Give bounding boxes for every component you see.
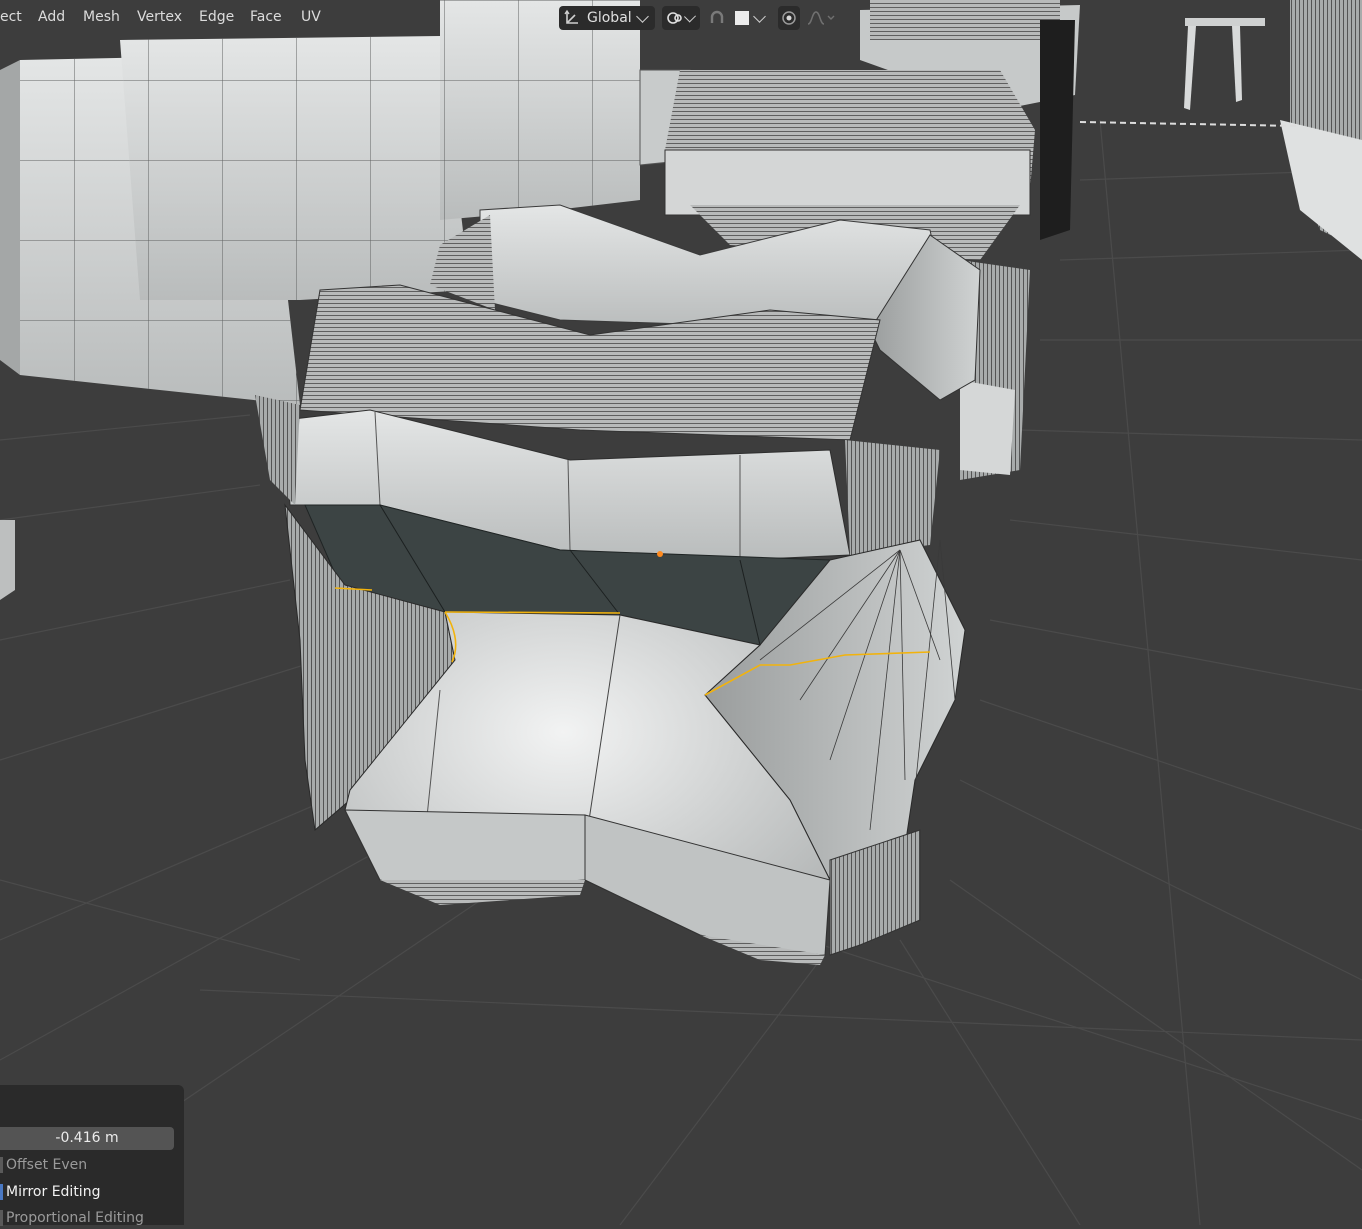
menu-add[interactable]: Add xyxy=(36,6,67,28)
falloff-curve-icon[interactable] xyxy=(804,6,838,30)
proportional-editing-checkbox[interactable]: Proportional Editing xyxy=(0,1207,144,1229)
transform-orientation-dropdown[interactable]: Global xyxy=(559,6,655,30)
magnet-icon[interactable] xyxy=(706,6,728,30)
checkbox-icon xyxy=(0,1157,3,1173)
mirror-editing-checkbox[interactable]: Mirror Editing xyxy=(0,1181,100,1203)
offset-value-field[interactable]: -0.416 m xyxy=(0,1127,174,1150)
proportional-editing-label: Proportional Editing xyxy=(6,1210,144,1226)
chevron-down-icon xyxy=(635,9,649,23)
checkbox-icon xyxy=(0,1210,3,1226)
snap-target-dropdown[interactable] xyxy=(732,6,772,30)
menu-vertex[interactable]: Vertex xyxy=(135,6,184,28)
operator-panel[interactable]: -0.416 m Offset Even Mirror Editing Prop… xyxy=(0,1085,184,1226)
menu-mesh[interactable]: Mesh xyxy=(81,6,122,28)
orientation-icon xyxy=(563,6,581,30)
color-swatch-icon xyxy=(735,11,749,25)
snap-icon xyxy=(666,6,684,30)
offset-even-label: Offset Even xyxy=(6,1157,88,1173)
object-origin-dot xyxy=(657,551,663,557)
menu-face[interactable]: Face xyxy=(248,6,284,28)
proportional-editing-icon[interactable] xyxy=(778,6,800,30)
chevron-down-icon xyxy=(683,9,697,23)
main-mesh-object xyxy=(255,204,981,965)
chevron-down-icon xyxy=(753,9,766,23)
background-ornate-object xyxy=(664,0,1080,260)
menu-uv[interactable]: UV xyxy=(299,6,323,28)
mirror-editing-label: Mirror Editing xyxy=(6,1184,101,1200)
menu-edge[interactable]: Edge xyxy=(197,6,236,28)
3d-viewport[interactable] xyxy=(0,0,1362,1225)
menu-select[interactable]: ect xyxy=(0,6,24,28)
checkbox-icon xyxy=(0,1184,3,1200)
offset-even-checkbox[interactable]: Offset Even xyxy=(0,1154,87,1176)
pivot-point-dropdown[interactable] xyxy=(662,6,700,30)
viewport-scene xyxy=(0,0,1362,1225)
transform-orientation-label: Global xyxy=(587,10,632,26)
viewport-header: ect Add Mesh Vertex Edge Face UV Global xyxy=(0,0,1362,34)
